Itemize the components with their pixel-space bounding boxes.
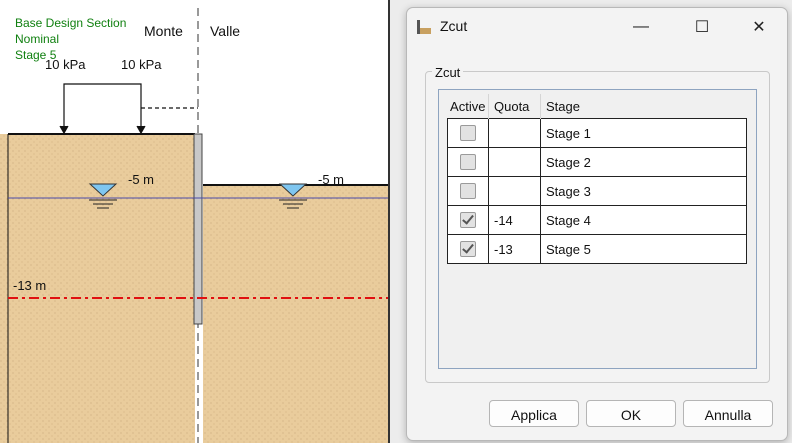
active-cell[interactable] <box>447 118 489 148</box>
quota-cell[interactable]: -14 <box>488 205 541 235</box>
stage-cell[interactable]: Stage 5 <box>540 234 747 264</box>
table-row[interactable]: Stage 3 <box>447 176 747 206</box>
section-drawing: Base Design Section Nominal Stage 5 Mont… <box>0 0 390 443</box>
table-row[interactable]: -14 Stage 4 <box>447 205 747 235</box>
load-right-label: 10 kPa <box>121 57 162 72</box>
side-left-label: Monte <box>144 23 183 39</box>
app-icon <box>417 20 431 34</box>
active-checkbox[interactable] <box>460 125 476 142</box>
table-row[interactable]: Stage 1 <box>447 118 747 148</box>
quota-cell[interactable] <box>488 118 541 148</box>
stages-table: Active Quota Stage Stage 1 Stage 2 Stage… <box>447 94 747 264</box>
quota-cell[interactable]: -13 <box>488 234 541 264</box>
maximize-button[interactable]: ☐ <box>679 12 725 42</box>
stages-grid[interactable]: Active Quota Stage Stage 1 Stage 2 Stage… <box>438 89 757 369</box>
active-cell[interactable] <box>447 147 489 177</box>
title-bar[interactable]: Zcut — ☐ ✕ <box>407 8 787 44</box>
cancel-button[interactable]: Annulla <box>683 400 773 427</box>
active-cell[interactable] <box>447 176 489 206</box>
column-header-stage[interactable]: Stage <box>541 94 747 119</box>
minimize-button[interactable]: — <box>618 12 664 42</box>
soil-right <box>203 185 388 443</box>
column-header-quota[interactable]: Quota <box>488 94 541 119</box>
active-checkbox[interactable] <box>460 183 476 200</box>
table-row[interactable]: -13 Stage 5 <box>447 234 747 264</box>
stage-cell[interactable]: Stage 1 <box>540 118 747 148</box>
ok-button[interactable]: OK <box>586 400 676 427</box>
close-button[interactable]: ✕ <box>736 12 782 42</box>
active-checkbox[interactable] <box>460 212 476 229</box>
side-right-label: Valle <box>210 23 241 39</box>
cut-level-label: -13 m <box>13 278 47 293</box>
active-cell[interactable] <box>447 205 489 235</box>
info-line-1: Base Design Section <box>15 16 127 30</box>
table-row[interactable]: Stage 2 <box>447 147 747 177</box>
load-bracket <box>59 83 146 135</box>
stage-cell[interactable]: Stage 4 <box>540 205 747 235</box>
active-checkbox[interactable] <box>460 241 476 258</box>
zcut-dialog: Zcut — ☐ ✕ Zcut Active Quota Stage Stage… <box>406 7 788 441</box>
active-checkbox[interactable] <box>460 154 476 171</box>
column-header-active[interactable]: Active <box>447 94 489 119</box>
table-header-row: Active Quota Stage <box>447 94 747 119</box>
stage-cell[interactable]: Stage 2 <box>540 147 747 177</box>
active-cell[interactable] <box>447 234 489 264</box>
stage-cell[interactable]: Stage 3 <box>540 176 747 206</box>
quota-cell[interactable] <box>488 176 541 206</box>
load-left-label: 10 kPa <box>45 57 86 72</box>
quota-cell[interactable] <box>488 147 541 177</box>
zcut-group-label: Zcut <box>432 65 464 80</box>
water-right-label: -5 m <box>318 172 344 187</box>
water-left-label: -5 m <box>128 172 154 187</box>
apply-button[interactable]: Applica <box>489 400 579 427</box>
wall <box>193 133 203 325</box>
dialog-title: Zcut <box>440 18 468 34</box>
info-line-2: Nominal <box>15 32 60 46</box>
